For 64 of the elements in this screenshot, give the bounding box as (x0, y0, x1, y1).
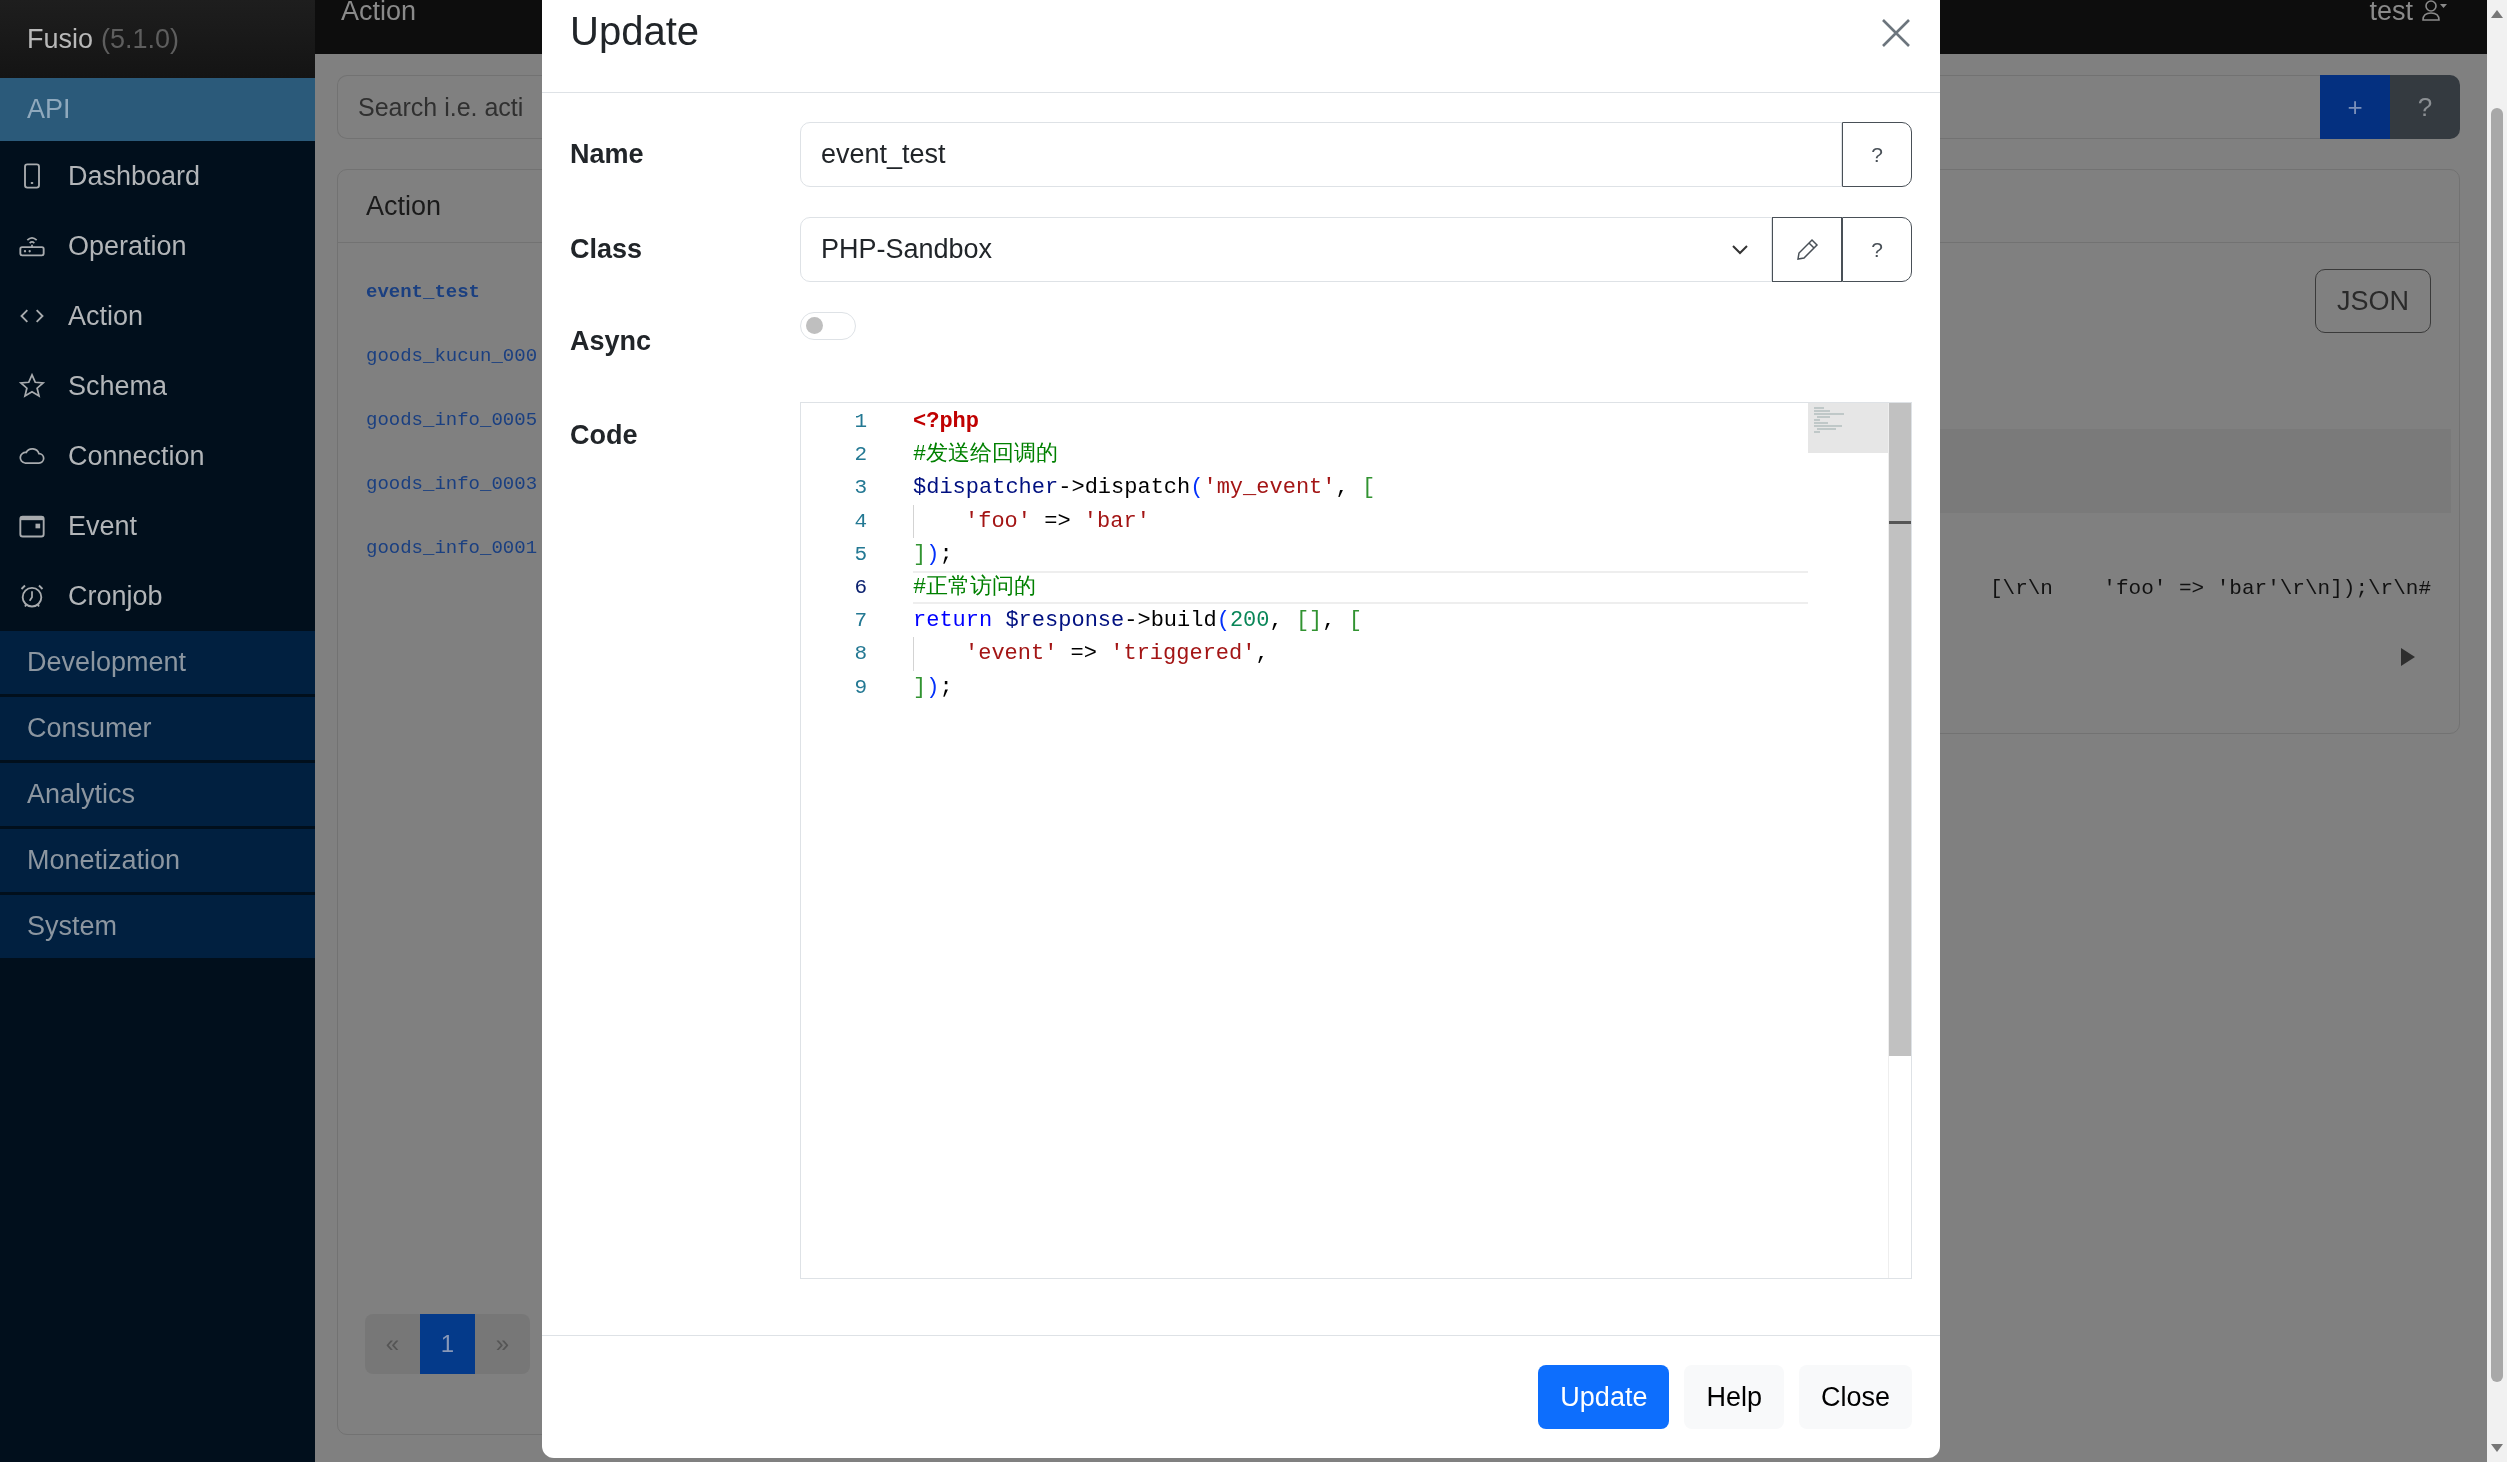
scroll-down-icon[interactable] (2491, 1444, 2503, 1454)
line-number: 5 (853, 541, 868, 568)
close-icon[interactable] (1880, 17, 1912, 49)
field-label: Async (570, 326, 653, 357)
code-line: 'event' => 'triggered', (913, 637, 1808, 671)
line-number: 4 (853, 508, 868, 535)
line-number: 3 (853, 475, 868, 502)
edit-button[interactable] (1772, 217, 1842, 282)
line-number: 8 (853, 641, 868, 668)
line-number: 2 (853, 442, 868, 469)
name-field[interactable]: event_test (800, 122, 1842, 187)
field-label: Code (570, 420, 639, 451)
nav-item[interactable]: Schema (68, 370, 168, 402)
page-title: Action (341, 0, 417, 26)
line-number: 6 (853, 574, 868, 601)
field-label: Class (570, 234, 644, 265)
json-button[interactable]: JSON (2315, 269, 2431, 333)
page-link[interactable]: 1 (420, 1314, 475, 1374)
nav-group[interactable]: API (0, 78, 315, 141)
code-line: ]); (913, 540, 954, 569)
help-button[interactable]: ? (1842, 217, 1912, 282)
play-icon[interactable] (2399, 646, 2417, 668)
version-label: (5.1.0) (101, 23, 180, 55)
code-preview: [\r\n 'foo' => 'bar'\r\n]);\r\n# (1989, 577, 2431, 600)
line-number: 7 (853, 608, 868, 635)
card-title: Action (366, 190, 442, 222)
help-button[interactable]: ? (2390, 75, 2460, 139)
dialog-button[interactable]: Close (1798, 1365, 1912, 1429)
nav-item[interactable]: Cronjob (68, 580, 163, 612)
nav-item[interactable]: Connection (68, 440, 205, 472)
nav-item[interactable]: Operation (68, 230, 187, 262)
nav-item[interactable]: Dashboard (68, 160, 201, 192)
alarm-clock-icon (18, 582, 46, 610)
code-line: <?php (913, 408, 980, 436)
code-line: #发送给回调的 (913, 441, 1060, 470)
nav-group[interactable]: Consumer (0, 697, 315, 763)
nav-group[interactable]: Development (0, 631, 315, 697)
dialog-button[interactable]: Help (1684, 1365, 1784, 1429)
add-button[interactable]: + (2320, 75, 2390, 139)
code-line: ]); (913, 673, 954, 702)
field-label: Name (570, 139, 645, 170)
code-line: $dispatcher->dispatch('my_event', [ (913, 474, 1377, 503)
nav-group[interactable]: System (0, 895, 315, 961)
nav-item[interactable]: Event (68, 510, 138, 542)
scrollbar[interactable] (2487, 0, 2507, 1462)
dialog-title: Update (570, 8, 699, 54)
user-menu-icon[interactable] (2421, 0, 2447, 24)
line-number: 1 (853, 409, 868, 435)
app-brand[interactable]: Fusio (27, 23, 94, 55)
submit-button[interactable]: Update (1538, 1365, 1670, 1429)
line-number: 9 (853, 674, 868, 701)
scroll-up-icon[interactable] (2491, 8, 2503, 18)
help-button[interactable]: ? (1842, 122, 1912, 187)
star-icon (18, 372, 46, 400)
nav-group[interactable]: Monetization (0, 829, 315, 895)
nav-item[interactable]: Action (68, 300, 144, 332)
code-line: 'foo' => 'bar' (913, 504, 1808, 538)
nav-group[interactable]: Analytics (0, 763, 315, 829)
code-line: return $response->build(200, [], [ (913, 607, 1363, 636)
user-name[interactable]: test (2369, 0, 2413, 26)
code-line: #正常访问的 (913, 570, 1808, 605)
scrollbar[interactable] (1888, 403, 1911, 1278)
code-editor[interactable]: 1 2 3 4 5 6 7 8 9 <?php #发送给回调的 $dispatcher->dispatch('my_event', [ 'foo' => 'bar' ]); #正常访问的 return $response->build(200, [], [ 'event' => 'triggered', ]); (800, 402, 1912, 1279)
class-select[interactable]: PHP-Sandbox (800, 217, 1772, 282)
